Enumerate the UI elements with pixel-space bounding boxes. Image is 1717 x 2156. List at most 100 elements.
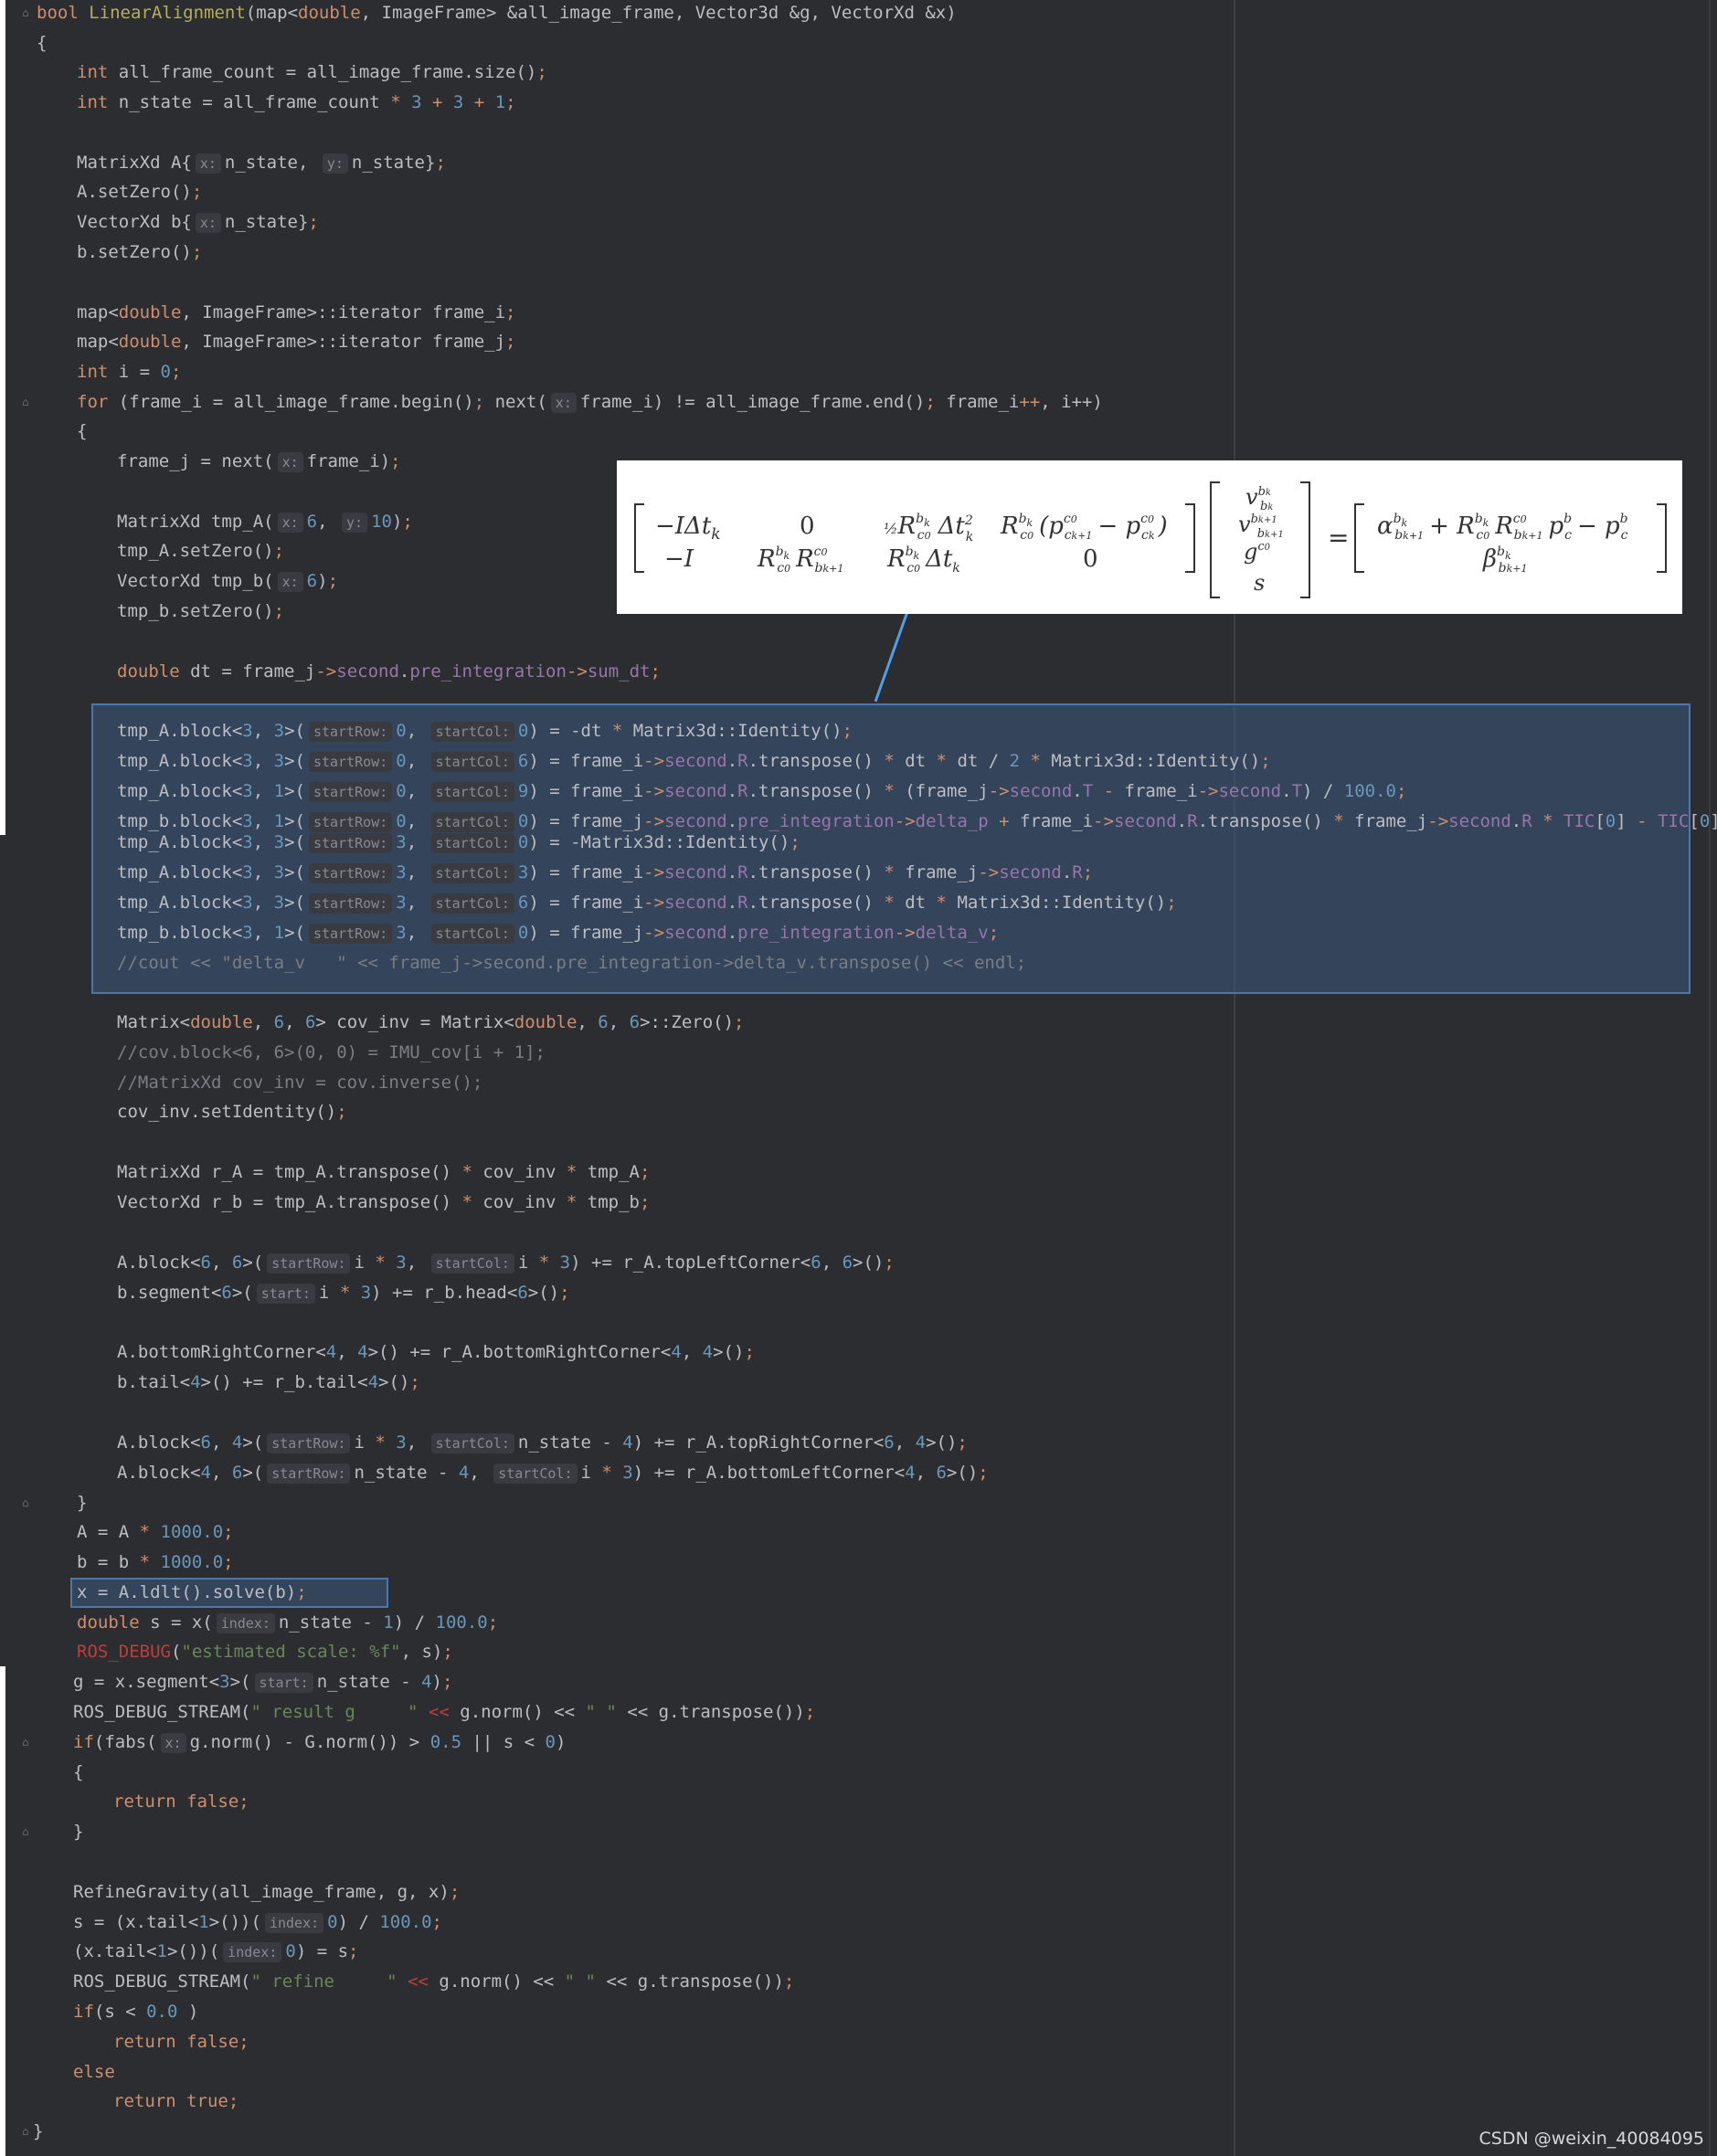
code-line[interactable]: A.bottomRightCorner<4, 4>() += r_A.botto… <box>117 1337 755 1368</box>
code-line[interactable]: map<double, ImageFrame>::iterator frame_… <box>77 298 515 328</box>
code-token: 6 <box>231 1463 243 1483</box>
code-line[interactable]: tmp_A.block<3, 3>(startRow: 0, startCol: 6… <box>117 746 1271 777</box>
code-line[interactable]: //cout << "delta_v " << frame_j->second.… <box>117 948 1026 978</box>
code-line[interactable]: map<double, ImageFrame>::iterator frame_… <box>77 327 515 357</box>
code-line[interactable]: ROS_DEBUG_STREAM(" refine " << g.norm() … <box>73 1967 794 1997</box>
code-line[interactable]: int n_state = all_frame_count * 3 + 3 + … <box>77 88 516 118</box>
code-line[interactable]: A = A * 1000.0; <box>77 1517 234 1548</box>
code-line[interactable]: { <box>73 1758 83 1788</box>
code-line[interactable]: A.setZero(); <box>77 177 202 207</box>
code-line[interactable]: //MatrixXd cov_inv = cov.inverse(); <box>117 1068 482 1098</box>
code-token: . <box>726 751 738 771</box>
code-line[interactable]: frame_j = next(x: frame_i); <box>117 447 401 477</box>
code-token: 100.0 <box>435 1612 488 1633</box>
code-line[interactable]: else <box>73 2057 115 2087</box>
fold-marker-icon[interactable]: ⌂ <box>20 396 31 408</box>
code-line[interactable]: double s = x(index: n_state - 1) / 100.0; <box>77 1608 498 1638</box>
code-token: , <box>252 721 274 741</box>
code-line[interactable]: bool LinearAlignment(map<double, ImageFr… <box>37 0 957 28</box>
code-line[interactable]: //cov.block<6, 6>(0, 0) = IMU_cov[i + 1]… <box>117 1038 546 1068</box>
code-line[interactable]: tmp_A.block<3, 3>(startRow: 3, startCol: 3… <box>117 858 1093 888</box>
code-line[interactable]: MatrixXd r_A = tmp_A.transpose() * cov_i… <box>117 1157 650 1188</box>
code-line[interactable]: A.block<4, 6>(startRow: n_state - 4, star… <box>117 1458 989 1488</box>
code-token: ( <box>170 1642 182 1662</box>
code-token: frame_i) <box>306 451 391 471</box>
code-token: 3 <box>242 923 253 943</box>
code-line[interactable]: b.tail<4>() += r_b.tail<4>(); <box>117 1368 420 1398</box>
code-token: A = A <box>77 1522 140 1542</box>
code-line[interactable]: return false; <box>113 1787 249 1817</box>
code-line[interactable]: tmp_b.block<3, 1>(startRow: 3, startCol: 0… <box>117 918 999 948</box>
code-line[interactable]: tmp_b.setZero(); <box>117 597 284 627</box>
fold-marker-icon[interactable]: ⌂ <box>20 1496 31 1509</box>
code-token: dt <box>905 751 937 771</box>
code-line[interactable]: VectorXd r_b = tmp_A.transpose() * cov_i… <box>117 1188 650 1218</box>
code-line[interactable]: { <box>37 28 47 58</box>
code-line[interactable]: A.block<6, 4>(startRow: i * 3, startCol: n… <box>117 1428 968 1458</box>
code-token: 0 <box>396 721 407 741</box>
fold-marker-icon[interactable]: ⌂ <box>20 6 31 19</box>
code-line[interactable]: MatrixXd tmp_A(x: 6, y: 10); <box>117 507 413 537</box>
code-token: "estimated scale: %f" <box>181 1642 401 1662</box>
code-line[interactable]: return true; <box>113 2087 238 2117</box>
code-line[interactable]: VectorXd b{x: n_state}; <box>77 207 319 238</box>
code-line[interactable]: cov_inv.setIdentity(); <box>117 1097 347 1127</box>
code-line[interactable]: g = x.segment<3>(start: n_state - 4); <box>73 1667 452 1697</box>
code-line[interactable]: tmp_A.setZero(); <box>117 536 284 566</box>
code-line[interactable]: if(fabs(x: g.norm() - G.norm()) > 0.5 || … <box>73 1728 566 1758</box>
code-line[interactable]: { <box>77 417 87 447</box>
code-line[interactable]: return false; <box>113 2027 249 2057</box>
code-token: return false; <box>113 1791 249 1812</box>
code-line[interactable]: tmp_A.block<3, 3>(startRow: 3, startCol: 0… <box>117 828 800 858</box>
code-line[interactable]: int i = 0; <box>77 357 181 387</box>
code-token: { <box>37 33 48 53</box>
code-token: ) += r_A.topLeftCorner< <box>570 1252 811 1273</box>
inlay-hint: start: <box>256 1283 315 1304</box>
code-line[interactable]: MatrixXd A{x: n_state, y: n_state}; <box>77 148 446 178</box>
code-line[interactable]: b.segment<6>(start: i * 3) += r_b.head<6>… <box>117 1278 570 1308</box>
code-line[interactable]: ROS_DEBUG_STREAM(" result g " << g.norm(… <box>73 1697 815 1728</box>
code-token: Matrix3d::Identity() <box>1051 751 1261 771</box>
code-line[interactable]: ROS_DEBUG("estimated scale: %f", s); <box>77 1637 453 1667</box>
code-token: ) = s <box>295 1941 349 1961</box>
fold-marker-icon[interactable]: ⌂ <box>20 1736 31 1749</box>
code-line[interactable]: for (frame_i = all_image_frame.begin(); … <box>77 387 1103 417</box>
code-line[interactable]: s = (x.tail<1>())(index: 0) / 100.0; <box>73 1908 442 1938</box>
code-token: >() <box>527 1283 560 1303</box>
code-token: ) = frame_j <box>528 923 644 943</box>
inlay-hint: startCol: <box>430 781 514 802</box>
code-line[interactable]: } <box>77 1488 87 1518</box>
code-line[interactable]: } <box>73 1817 83 1847</box>
code-line[interactable]: b = b * 1000.0; <box>77 1548 234 1578</box>
code-line[interactable]: A.block<6, 6>(startRow: i * 3, startCol: i… <box>117 1248 895 1278</box>
code-token: 4 <box>905 1463 916 1483</box>
code-line[interactable]: b.setZero(); <box>77 238 202 268</box>
code-token: -> <box>643 751 665 771</box>
code-line[interactable]: int all_frame_count = all_image_frame.si… <box>77 58 547 88</box>
code-token: 4 <box>622 1432 633 1453</box>
fold-marker-icon[interactable]: ⌂ <box>20 1825 31 1838</box>
code-line[interactable]: x = A.ldlt().solve(b); <box>77 1578 307 1608</box>
left-edge-strip <box>0 0 5 835</box>
code-token: //cov.block<6, 6>(0, 0) = IMU_cov[i + 1]… <box>117 1042 546 1062</box>
inlay-hint: startRow: <box>308 751 393 772</box>
code-line[interactable]: (x.tail<1>())(index: 0) = s; <box>73 1937 358 1967</box>
code-line[interactable]: RefineGravity(all_image_frame, g, x); <box>73 1877 460 1908</box>
code-line[interactable]: tmp_A.block<3, 3>(startRow: 3, startCol: 6… <box>117 888 1177 918</box>
code-token: , <box>821 1252 843 1273</box>
code-line[interactable]: if(s < 0.0 ) <box>73 1997 198 2027</box>
fold-marker-icon[interactable]: ⌂ <box>20 2125 31 2138</box>
formula-vec-1: vbk bk <box>1245 484 1273 513</box>
code-token: -> <box>643 923 665 943</box>
code-token: -> <box>894 923 916 943</box>
code-line[interactable]: tmp_A.block<3, 1>(startRow: 0, startCol: 9… <box>117 777 1406 807</box>
code-line[interactable]: Matrix<double, 6, 6> cov_inv = Matrix<do… <box>117 1008 744 1038</box>
code-token: ; <box>170 362 182 382</box>
code-token: { <box>77 421 88 441</box>
code-token: ; <box>884 1252 895 1273</box>
right-margin-guide <box>1709 0 1711 2156</box>
code-line[interactable]: tmp_A.block<3, 3>(startRow: 0, startCol: 0… <box>117 716 853 746</box>
code-line[interactable]: VectorXd tmp_b(x: 6); <box>117 566 338 597</box>
code-line[interactable]: double dt = frame_j->second.pre_integrat… <box>117 657 661 687</box>
code-line[interactable]: } <box>33 2117 43 2147</box>
